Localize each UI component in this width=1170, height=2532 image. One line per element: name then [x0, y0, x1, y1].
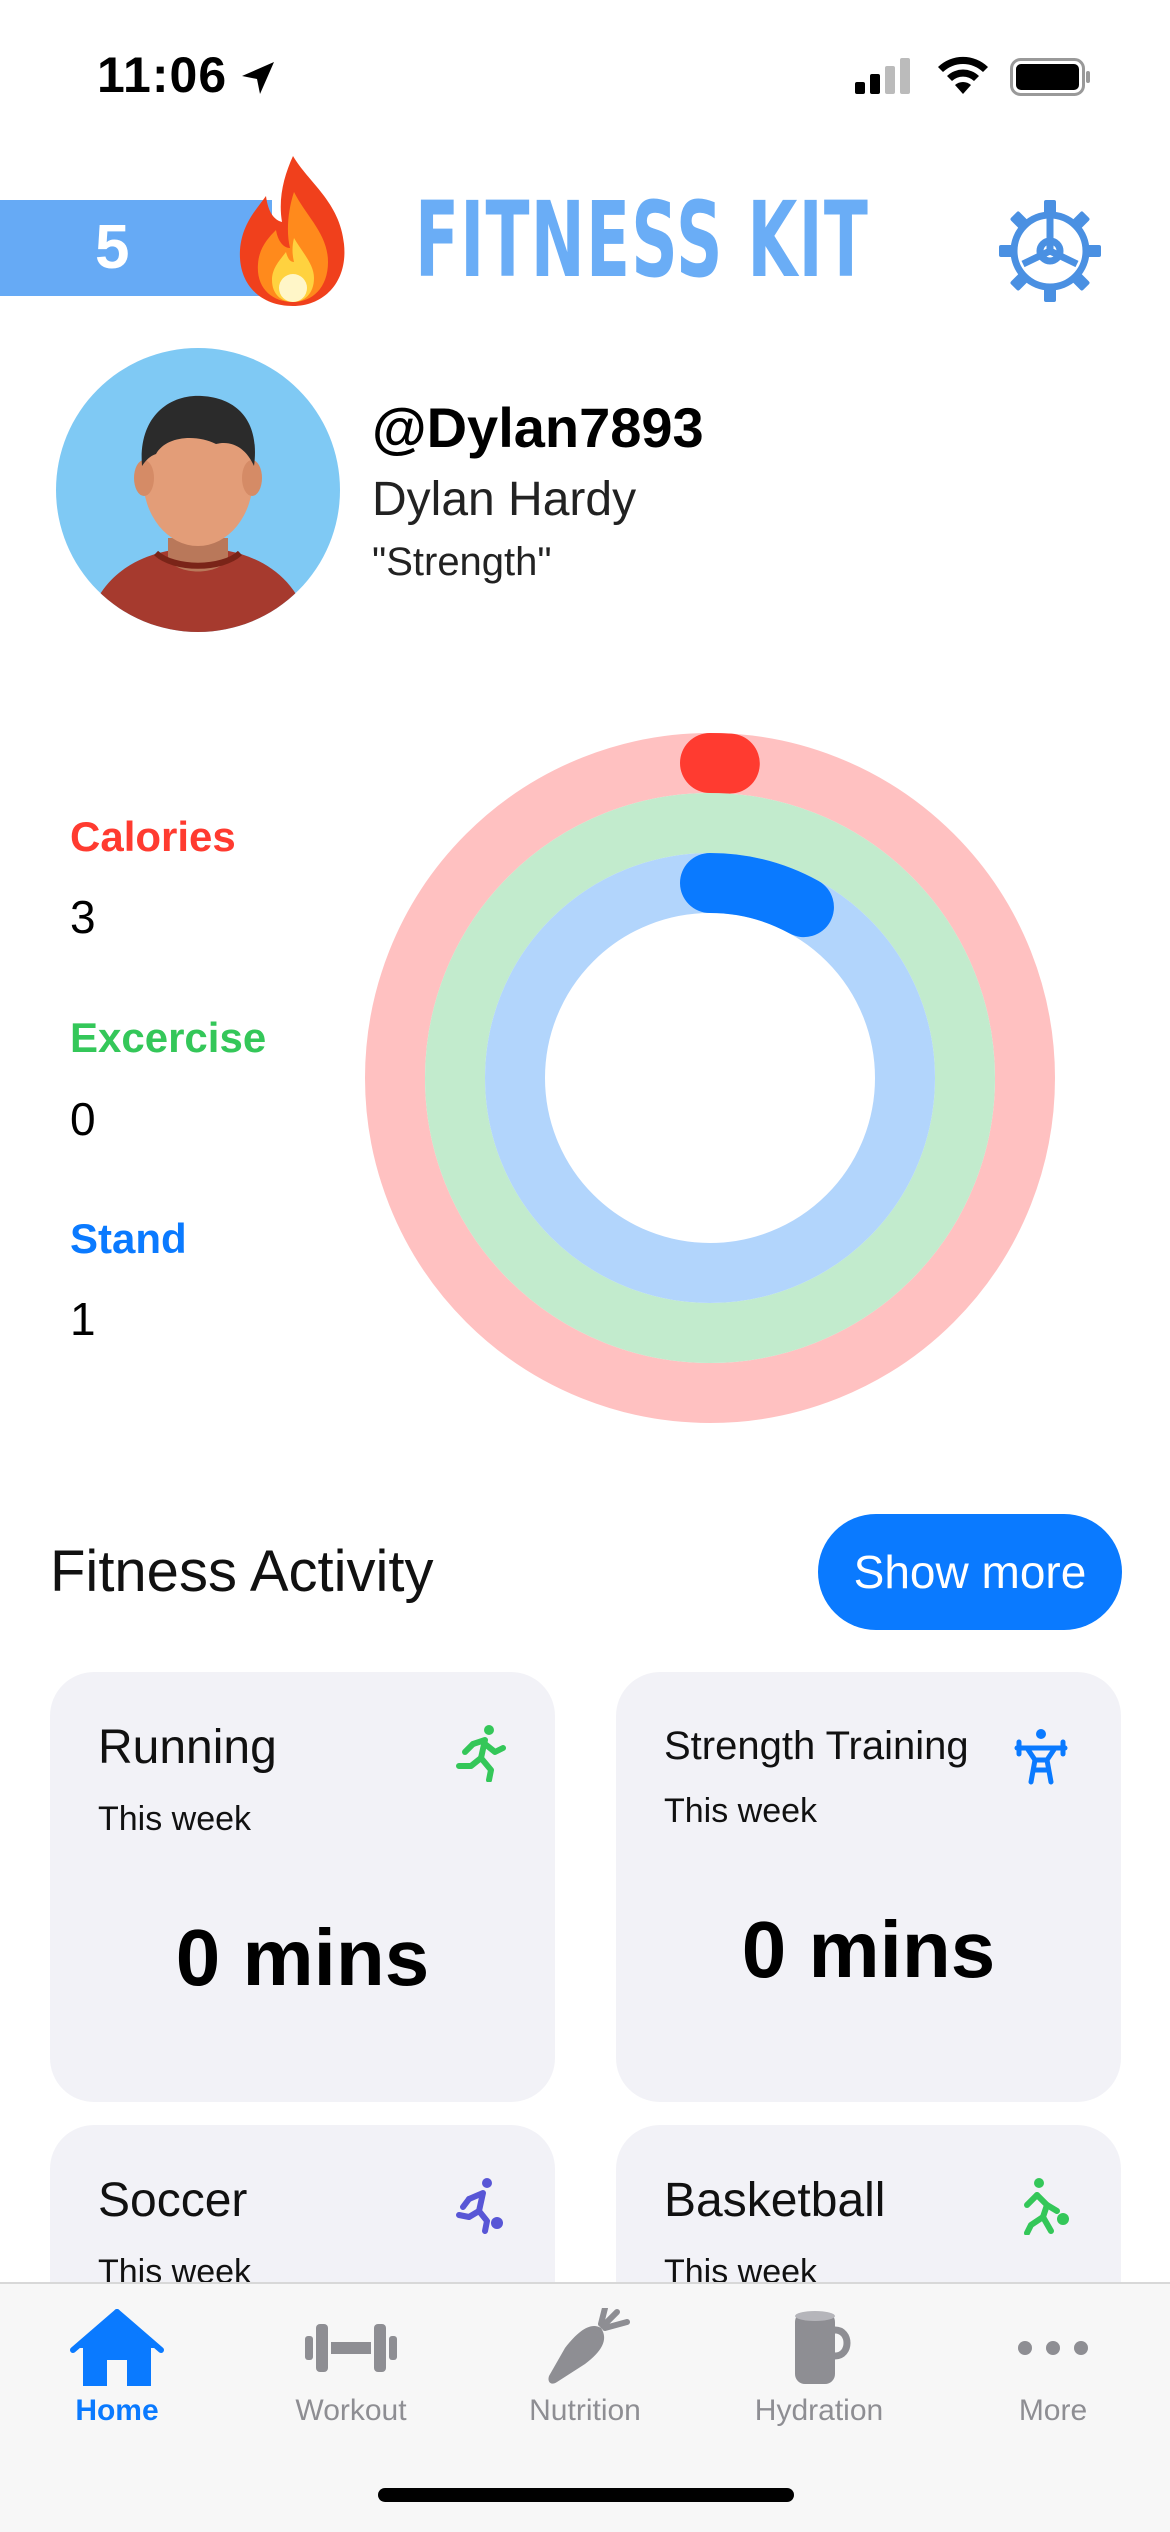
tab-hydration[interactable]: Hydration	[702, 2284, 936, 2444]
home-indicator	[378, 2488, 794, 2502]
tab-more[interactable]: More	[936, 2284, 1170, 2444]
card-title: Soccer	[98, 2174, 248, 2227]
card-subtitle: This week	[98, 1800, 252, 1838]
stand-ring-progress	[680, 853, 834, 938]
running-icon	[456, 1725, 506, 1782]
username: @Dylan7893	[372, 396, 704, 459]
activity-card-running[interactable]: Running This week 0 mins	[50, 1672, 555, 2102]
activity-rings	[365, 733, 1055, 1423]
app-title: FITNESS KIT	[415, 179, 870, 301]
wifi-icon	[938, 56, 988, 94]
calories-label: Calories	[70, 813, 236, 860]
full-name: Dylan Hardy	[372, 473, 637, 526]
person-avatar-icon	[86, 395, 310, 632]
cellular-signal-icon	[855, 58, 910, 94]
gear-icon[interactable]	[995, 196, 1105, 306]
dumbbell-icon	[305, 2324, 397, 2372]
tab-label: Nutrition	[529, 2394, 641, 2427]
activity-card-strength-training[interactable]: Strength Training This week 0 mins	[616, 1672, 1121, 2102]
tab-label: Hydration	[754, 2394, 884, 2427]
exercise-label: Excercise	[70, 1014, 267, 1061]
more-icon	[1018, 2341, 1088, 2355]
exercise-value: 0	[70, 1093, 96, 1145]
tab-label: More	[1018, 2394, 1088, 2427]
tab-label: Home	[75, 2394, 159, 2427]
soccer-icon	[456, 2178, 503, 2234]
tab-nutrition[interactable]: Nutrition	[468, 2284, 702, 2444]
calories-ring-progress	[680, 733, 760, 794]
status-bar: 11:06	[0, 0, 1170, 150]
weightlifting-icon	[1014, 1729, 1068, 1785]
house-icon	[70, 2309, 164, 2386]
carrot-icon	[548, 2308, 630, 2384]
streak-count: 5	[95, 213, 130, 282]
stand-value: 1	[70, 1293, 96, 1345]
location-arrow-icon	[242, 62, 274, 94]
status-time: 11:06	[97, 47, 228, 103]
battery-icon	[1010, 58, 1090, 96]
show-more-button[interactable]: Show more	[818, 1514, 1122, 1630]
card-value: 0 mins	[741, 1905, 996, 1994]
section-title-fitness-activity: Fitness Activity	[50, 1539, 434, 1604]
tab-label: Workout	[295, 2394, 407, 2427]
card-subtitle: This week	[664, 1792, 818, 1830]
tab-workout[interactable]: Workout	[234, 2284, 468, 2444]
card-title: Basketball	[664, 2174, 886, 2227]
mug-icon	[795, 2311, 851, 2384]
stand-label: Stand	[70, 1215, 187, 1262]
fire-icon	[239, 156, 345, 306]
tab-home[interactable]: Home	[0, 2284, 234, 2444]
basketball-icon	[1024, 2178, 1069, 2235]
card-title: Strength Training	[664, 1724, 969, 1768]
profile-tag: "Strength"	[372, 540, 552, 584]
card-value: 0 mins	[175, 1913, 430, 2002]
avatar[interactable]	[56, 348, 340, 632]
calories-value: 3	[70, 891, 96, 943]
card-title: Running	[98, 1721, 277, 1774]
stand-ring-track	[485, 853, 935, 1303]
